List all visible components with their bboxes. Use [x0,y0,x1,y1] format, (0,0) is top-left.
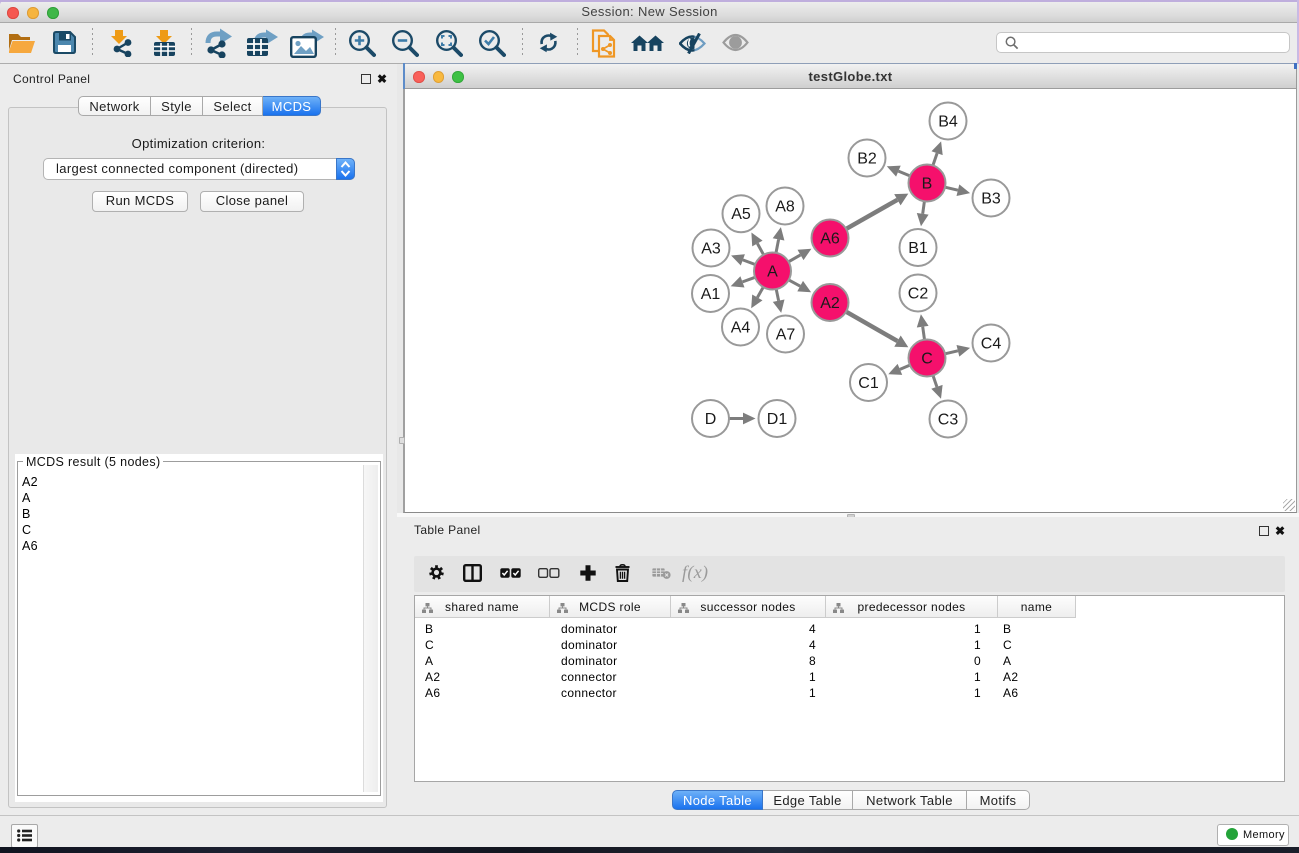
svg-text:A5: A5 [731,206,751,223]
svg-text:A6: A6 [820,231,840,248]
svg-text:B3: B3 [981,191,1001,208]
svg-text:A2: A2 [820,295,840,312]
svg-text:D: D [705,411,717,428]
svg-text:B: B [922,176,933,193]
svg-text:A3: A3 [701,241,721,258]
svg-text:B4: B4 [938,114,958,131]
svg-text:A1: A1 [701,286,721,303]
svg-text:B1: B1 [908,240,928,257]
svg-text:C3: C3 [938,412,959,429]
svg-text:A7: A7 [776,327,796,344]
svg-text:A8: A8 [775,199,795,216]
svg-text:C1: C1 [858,375,879,392]
svg-text:D1: D1 [767,411,788,428]
svg-text:C2: C2 [908,286,929,303]
svg-text:A4: A4 [731,320,751,337]
svg-text:B2: B2 [857,151,877,168]
svg-text:C4: C4 [981,336,1002,353]
svg-text:A: A [767,264,778,281]
svg-text:C: C [921,351,933,368]
